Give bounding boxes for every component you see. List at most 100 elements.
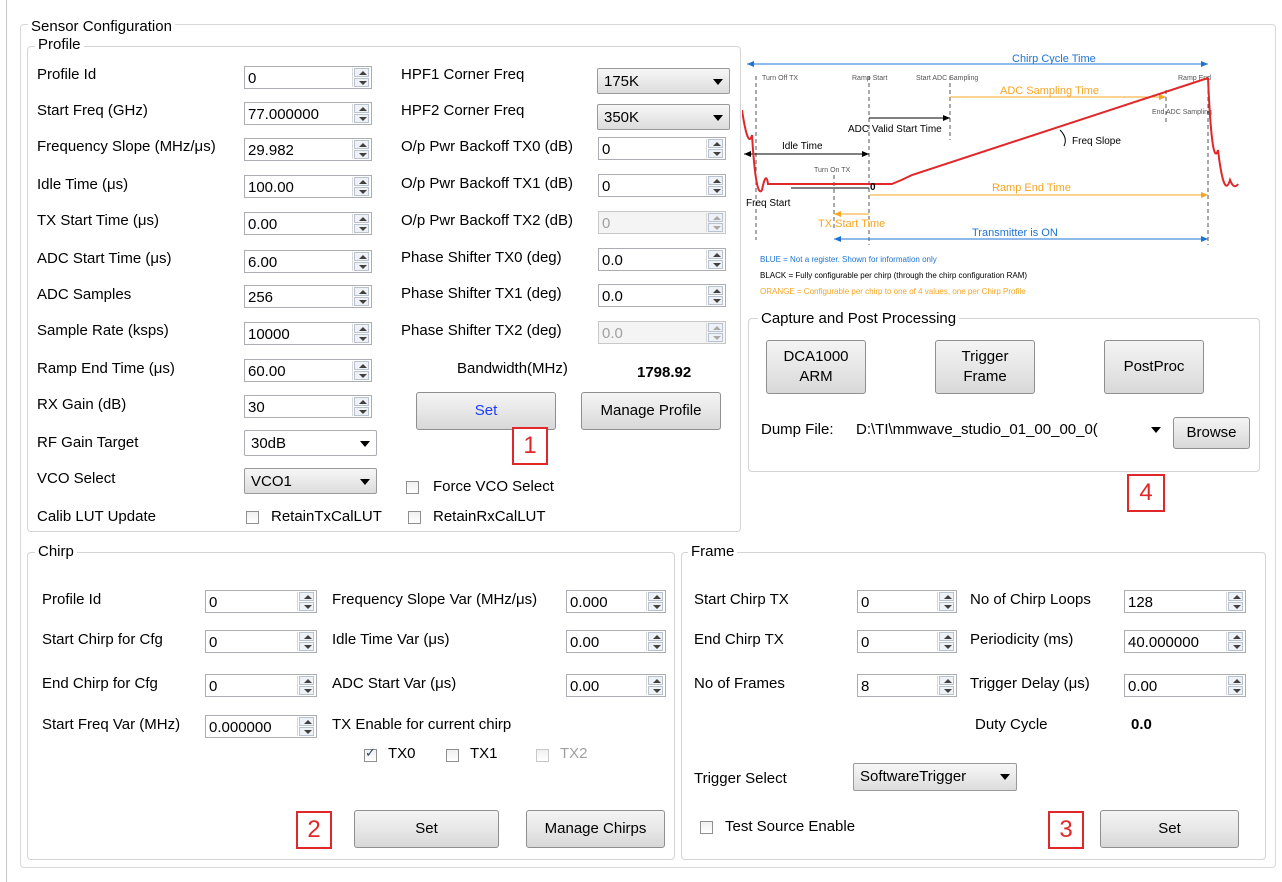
postproc-button[interactable]: PostProc xyxy=(1104,340,1204,394)
test-source-checkbox[interactable] xyxy=(700,821,713,834)
trigger-delay-input[interactable]: 0.00 xyxy=(1124,674,1246,697)
tx-start-time-label: TX Start Time (μs) xyxy=(37,212,159,229)
adc-samples-input[interactable]: 256 xyxy=(244,285,372,308)
chirp-loops-input[interactable]: 128 xyxy=(1124,590,1246,613)
spin-buttons[interactable] xyxy=(1226,676,1244,695)
tx0-checkbox[interactable] xyxy=(364,746,377,762)
spin-buttons[interactable] xyxy=(1226,632,1244,651)
periodicity-label: Periodicity (ms) xyxy=(970,631,1074,648)
spin-buttons[interactable] xyxy=(352,140,370,159)
tx-start-time-input[interactable]: 0.00 xyxy=(244,212,372,235)
chirp-profile-id-input[interactable]: 0 xyxy=(205,590,317,613)
spin-buttons[interactable] xyxy=(706,286,724,305)
spin-buttons[interactable] xyxy=(646,592,664,611)
spin-buttons[interactable] xyxy=(937,592,955,611)
spin-buttons[interactable] xyxy=(706,176,724,195)
periodicity-input[interactable]: 40.000000 xyxy=(1124,630,1246,653)
phase-tx0-input[interactable]: 0.0 xyxy=(598,248,726,271)
spin-buttons[interactable] xyxy=(352,104,370,123)
chirp-profile-id-label: Profile Id xyxy=(42,591,102,608)
calib-lut-label: Calib LUT Update xyxy=(37,508,156,525)
vco-select-dropdown[interactable]: VCO1 xyxy=(244,468,377,494)
spin-buttons[interactable] xyxy=(937,632,955,651)
phase-tx2-input: 0.0 xyxy=(598,321,726,344)
marker-2: 2 xyxy=(296,811,332,849)
spin-buttons[interactable] xyxy=(297,592,315,611)
trigger-frame-button[interactable]: Trigger Frame xyxy=(935,340,1035,394)
start-freq-label: Start Freq (GHz) xyxy=(37,102,148,119)
manage-profile-button[interactable]: Manage Profile xyxy=(581,392,721,430)
spin-buttons[interactable] xyxy=(646,676,664,695)
no-of-frames-input[interactable]: 8 xyxy=(857,674,957,697)
spin-buttons[interactable] xyxy=(937,676,955,695)
tx2-checkbox xyxy=(536,749,549,762)
spin-buttons[interactable] xyxy=(1226,592,1244,611)
hpf2-select[interactable]: 350K xyxy=(597,104,730,130)
start-chirp-cfg-input[interactable]: 0 xyxy=(205,630,317,653)
phase-tx1-input[interactable]: 0.0 xyxy=(598,284,726,307)
spin-buttons[interactable] xyxy=(352,361,370,380)
chevron-down-icon xyxy=(1151,427,1161,433)
backoff-tx0-label: O/p Pwr Backoff TX0 (dB) xyxy=(401,138,574,155)
adc-start-var-label: ADC Start Var (μs) xyxy=(332,675,457,692)
dca1000-arm-button[interactable]: DCA1000 ARM xyxy=(766,340,866,394)
end-chirp-tx-input[interactable]: 0 xyxy=(857,630,957,653)
rf-gain-target-select[interactable]: 30dB xyxy=(244,430,377,456)
idle-time-var-input[interactable]: 0.00 xyxy=(566,630,666,653)
backoff-tx1-input[interactable]: 0 xyxy=(598,174,726,197)
chevron-down-icon xyxy=(713,115,723,121)
profile-id-input[interactable]: 0 xyxy=(244,66,372,89)
rx-gain-input[interactable]: 30 xyxy=(244,395,372,418)
transmitter-on-label: Transmitter is ON xyxy=(972,227,1058,239)
spin-buttons[interactable] xyxy=(646,632,664,651)
spin-buttons[interactable] xyxy=(352,324,370,343)
spin-buttons[interactable] xyxy=(352,68,370,87)
profile-set-button[interactable]: Set xyxy=(416,392,556,430)
legend-blue: BLUE = Not a register. Shown for informa… xyxy=(760,255,937,264)
idle-time-input[interactable]: 100.00 xyxy=(244,175,372,198)
spin-buttons[interactable] xyxy=(297,632,315,651)
vco-select-label: VCO Select xyxy=(37,470,116,487)
ramp-end-time-input[interactable]: 60.00 xyxy=(244,359,372,382)
duty-cycle-label: Duty Cycle xyxy=(975,716,1048,733)
chirp-set-button[interactable]: Set xyxy=(354,810,499,848)
spin-buttons[interactable] xyxy=(706,139,724,158)
dca1000-arm-label: DCA1000 ARM xyxy=(783,348,849,385)
spin-buttons[interactable] xyxy=(352,252,370,271)
trigger-select-dropdown[interactable]: SoftwareTrigger xyxy=(853,763,1017,791)
adc-start-time-input[interactable]: 6.00 xyxy=(244,250,372,273)
start-freq-var-input[interactable]: 0.000000 xyxy=(205,715,317,738)
adc-start-var-input[interactable]: 0.00 xyxy=(566,674,666,697)
force-vco-checkbox[interactable] xyxy=(406,481,419,494)
spin-buttons[interactable] xyxy=(352,214,370,233)
spin-buttons[interactable] xyxy=(297,717,315,736)
force-vco-label: Force VCO Select xyxy=(433,478,554,495)
freq-slope-input[interactable]: 29.982 xyxy=(244,138,372,161)
retain-rx-cal-checkbox[interactable] xyxy=(408,511,421,524)
start-freq-input[interactable]: 77.000000 xyxy=(244,102,372,125)
backoff-tx0-input[interactable]: 0 xyxy=(598,137,726,160)
browse-button[interactable]: Browse xyxy=(1173,417,1250,449)
spin-buttons[interactable] xyxy=(352,177,370,196)
sample-rate-input[interactable]: 10000 xyxy=(244,322,372,345)
start-chirp-tx-input[interactable]: 0 xyxy=(857,590,957,613)
adc-start-time-label: ADC Start Time (μs) xyxy=(37,250,172,267)
end-adc-label: End ADC Sampling xyxy=(1152,109,1212,116)
window-title: Sensor Configuration xyxy=(28,18,175,35)
profile-group-title: Profile xyxy=(35,36,84,53)
spin-buttons[interactable] xyxy=(706,250,724,269)
dump-file-select[interactable]: D:\TI\mmwave_studio_01_00_00_0( xyxy=(849,416,1168,443)
retain-tx-cal-checkbox[interactable] xyxy=(246,511,259,524)
spin-buttons[interactable] xyxy=(352,397,370,416)
end-chirp-cfg-input[interactable]: 0 xyxy=(205,674,317,697)
tx1-checkbox[interactable] xyxy=(446,749,459,762)
spin-buttons[interactable] xyxy=(352,287,370,306)
manage-chirps-button[interactable]: Manage Chirps xyxy=(526,810,665,848)
adc-samples-label: ADC Samples xyxy=(37,286,132,303)
rx-gain-label: RX Gain (dB) xyxy=(37,396,127,413)
freq-slope-var-input[interactable]: 0.000 xyxy=(566,590,666,613)
spin-buttons[interactable] xyxy=(297,676,315,695)
hpf1-select[interactable]: 175K xyxy=(597,68,730,94)
frame-set-button[interactable]: Set xyxy=(1100,810,1239,848)
marker-4: 4 xyxy=(1127,474,1165,512)
